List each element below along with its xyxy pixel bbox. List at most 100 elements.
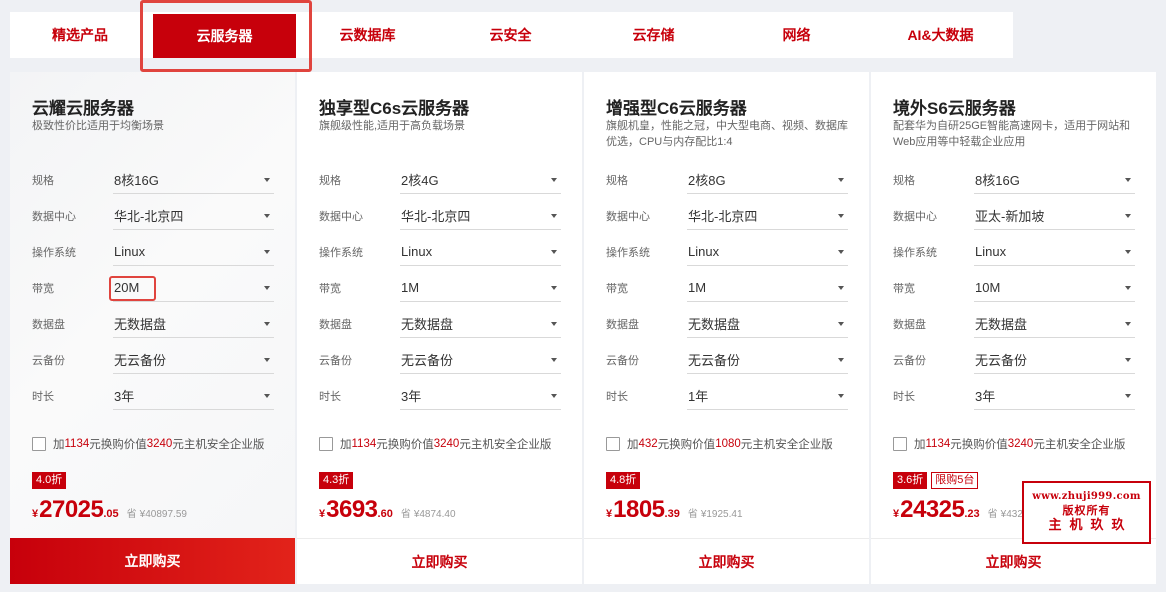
buy-now-button[interactable]: 立即购买 <box>584 538 869 584</box>
duration-select[interactable]: 3年 <box>400 382 561 410</box>
os-label: 操作系统 <box>32 247 76 259</box>
chevron-down-icon <box>551 358 557 362</box>
product-card-c6s: 独享型C6s云服务器 旗舰级性能,适用于高负载场景 规格 2核4G 数据中心 华… <box>297 72 582 584</box>
chevron-down-icon <box>551 286 557 290</box>
buy-now-button[interactable]: 立即购买 <box>297 538 582 584</box>
datacenter-label: 数据中心 <box>32 211 76 223</box>
bandwidth-label: 带宽 <box>319 283 341 295</box>
datacenter-select[interactable]: 亚太-新加坡 <box>974 202 1135 230</box>
chevron-down-icon <box>264 178 270 182</box>
duration-label: 时长 <box>893 391 915 403</box>
spec-select[interactable]: 8核16G <box>974 166 1135 194</box>
chevron-down-icon <box>838 394 844 398</box>
tab-cloud-storage[interactable]: 云存储 <box>582 12 725 58</box>
chevron-down-icon <box>1125 178 1131 182</box>
price: ¥1805.39 省 ¥1925.41 <box>606 496 743 523</box>
discount-badge: 4.0折 <box>32 472 67 489</box>
chevron-down-icon <box>264 286 270 290</box>
datacenter-select[interactable]: 华北-北京四 <box>400 202 561 230</box>
price-decimal: .39 <box>664 508 680 520</box>
chevron-down-icon <box>264 250 270 254</box>
duration-select[interactable]: 3年 <box>113 382 274 410</box>
spec-row-disk: 数据盘 无数据盘 <box>319 306 561 342</box>
disk-label: 数据盘 <box>606 319 639 331</box>
security-addon-option[interactable]: 加 1134 元换购价值 3240 元主机安全企业版 <box>319 436 551 452</box>
tab-featured-products[interactable]: 精选产品 <box>10 12 150 58</box>
discount-badge: 4.3折 <box>319 472 354 489</box>
os-select[interactable]: Linux <box>113 238 274 266</box>
datacenter-select[interactable]: 华北-北京四 <box>687 202 848 230</box>
price: ¥3693.60 省 ¥4874.40 <box>319 496 456 523</box>
buy-now-button[interactable]: 立即购买 <box>10 538 295 584</box>
security-addon-option[interactable]: 加 1134 元换购价值 3240 元主机安全企业版 <box>893 436 1125 452</box>
product-card-flexus: 云耀云服务器 极致性价比适用于均衡场景 规格 8核16G 数据中心 华北-北京四… <box>10 72 295 584</box>
backup-select[interactable]: 无云备份 <box>687 346 848 374</box>
spec-row-disk: 数据盘 无数据盘 <box>32 306 274 342</box>
os-label: 操作系统 <box>606 247 650 259</box>
spec-row-disk: 数据盘 无数据盘 <box>606 306 848 342</box>
addon-checkbox[interactable] <box>319 437 333 451</box>
bandwidth-select[interactable]: 10M <box>974 274 1135 302</box>
card-description: 旗舰机皇，性能之冠，中大型电商、视频、数据库优选，CPU与内存配比1:4 <box>606 120 848 148</box>
spec-row-bandwidth: 带宽 1M <box>606 270 848 306</box>
datacenter-select[interactable]: 华北-北京四 <box>113 202 274 230</box>
os-label: 操作系统 <box>893 247 937 259</box>
buy-now-button[interactable]: 立即购买 <box>871 538 1156 584</box>
spec-row-duration: 时长 3年 <box>32 378 274 414</box>
datacenter-label: 数据中心 <box>319 211 363 223</box>
backup-label: 云备份 <box>32 355 65 367</box>
tab-network[interactable]: 网络 <box>725 12 868 58</box>
chevron-down-icon <box>1125 250 1131 254</box>
bandwidth-select[interactable]: 20M <box>113 274 274 302</box>
spec-row-spec: 规格 2核8G <box>606 162 848 198</box>
backup-select[interactable]: 无云备份 <box>974 346 1135 374</box>
tab-ai-bigdata[interactable]: AI&大数据 <box>868 12 1013 58</box>
tab-cloud-security[interactable]: 云安全 <box>439 12 582 58</box>
addon-checkbox[interactable] <box>606 437 620 451</box>
chevron-down-icon <box>1125 358 1131 362</box>
tab-cloud-database[interactable]: 云数据库 <box>296 12 439 58</box>
bandwidth-select[interactable]: 1M <box>687 274 848 302</box>
disk-select[interactable]: 无数据盘 <box>687 310 848 338</box>
card-description: 配套华为自研25GE智能高速网卡，适用于网站和Web应用等中轻载企业应用 <box>893 120 1131 148</box>
disk-select[interactable]: 无数据盘 <box>974 310 1135 338</box>
backup-label: 云备份 <box>893 355 926 367</box>
backup-select[interactable]: 无云备份 <box>400 346 561 374</box>
spec-row-backup: 云备份 无云备份 <box>893 342 1135 378</box>
card-description: 极致性价比适用于均衡场景 <box>32 120 164 132</box>
backup-select[interactable]: 无云备份 <box>113 346 274 374</box>
spec-select[interactable]: 2核8G <box>687 166 848 194</box>
spec-row-os: 操作系统 Linux <box>893 234 1135 270</box>
duration-select[interactable]: 3年 <box>974 382 1135 410</box>
addon-checkbox[interactable] <box>32 437 46 451</box>
os-select[interactable]: Linux <box>974 238 1135 266</box>
price: ¥27025.05 省 ¥40897.59 <box>32 496 187 523</box>
bandwidth-select[interactable]: 1M <box>400 274 561 302</box>
security-addon-option[interactable]: 加 1134 元换购价值 3240 元主机安全企业版 <box>32 436 264 452</box>
chevron-down-icon <box>838 250 844 254</box>
spec-row-duration: 时长 1年 <box>606 378 848 414</box>
spec-row-datacenter: 数据中心 华北-北京四 <box>32 198 274 234</box>
spec-label: 规格 <box>32 175 54 187</box>
chevron-down-icon <box>1125 286 1131 290</box>
spec-label: 规格 <box>606 175 628 187</box>
chevron-down-icon <box>1125 214 1131 218</box>
spec-row-os: 操作系统 Linux <box>32 234 274 270</box>
os-select[interactable]: Linux <box>400 238 561 266</box>
spec-row-bandwidth: 带宽 1M <box>319 270 561 306</box>
disk-select[interactable]: 无数据盘 <box>400 310 561 338</box>
card-description: 旗舰级性能,适用于高负载场景 <box>319 120 466 132</box>
addon-checkbox[interactable] <box>893 437 907 451</box>
disk-select[interactable]: 无数据盘 <box>113 310 274 338</box>
chevron-down-icon <box>264 394 270 398</box>
security-addon-option[interactable]: 加 432 元换购价值 1080 元主机安全企业版 <box>606 436 833 452</box>
spec-label: 规格 <box>319 175 341 187</box>
spec-select[interactable]: 2核4G <box>400 166 561 194</box>
os-select[interactable]: Linux <box>687 238 848 266</box>
spec-row-os: 操作系统 Linux <box>319 234 561 270</box>
price-integer: 27025 <box>39 496 104 523</box>
tab-cloud-servers[interactable]: 云服务器 <box>153 14 296 58</box>
spec-select[interactable]: 8核16G <box>113 166 274 194</box>
spec-row-duration: 时长 3年 <box>319 378 561 414</box>
duration-select[interactable]: 1年 <box>687 382 848 410</box>
